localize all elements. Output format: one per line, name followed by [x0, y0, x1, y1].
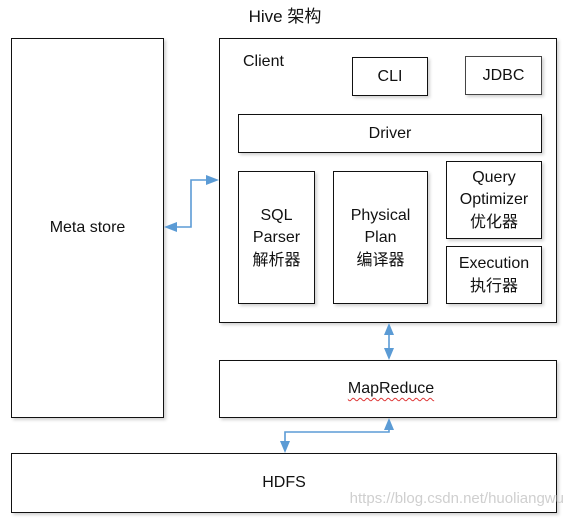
query-optimizer-box: Query Optimizer 优化器 [446, 161, 542, 239]
arrowhead-right [206, 175, 219, 185]
driver-label: Driver [368, 124, 412, 142]
mapreduce-label: MapReduce [347, 380, 435, 397]
physical-plan-box: Physical Plan 编译器 [333, 171, 428, 304]
query-optimizer-line1: Query [472, 169, 516, 186]
physical-plan-line1: Physical [350, 206, 411, 224]
sql-parser-box: SQL Parser 解析器 [238, 171, 315, 304]
sql-parser-line1: SQL [260, 206, 293, 224]
jdbc-box: JDBC [465, 56, 542, 95]
driver-box: Driver [238, 114, 542, 153]
physical-plan-line3: 编译器 [356, 249, 405, 269]
sql-parser-line3: 解析器 [252, 249, 301, 269]
arrowhead-down-hdfs [280, 441, 290, 453]
cli-box: CLI [352, 57, 428, 96]
arrowhead-up-mr [384, 418, 394, 430]
arrowhead-down [384, 348, 394, 360]
diagram-title: Hive 架构 [248, 7, 322, 26]
arrowhead-left [164, 222, 177, 232]
metastore-label: Meta store [49, 219, 126, 236]
metastore-box: Meta store [11, 38, 164, 418]
mapreduce-hdfs-line [284, 430, 390, 441]
client-mapreduce-arrow [384, 323, 394, 360]
arrowhead-up [384, 323, 394, 335]
query-optimizer-line3: 优化器 [469, 212, 518, 231]
watermark-text: https://blog.csdn.net/huoliangwu [349, 490, 564, 507]
execution-line1: Execution [458, 255, 530, 272]
hdfs-label: HDFS [262, 474, 306, 491]
query-optimizer-line2: Optimizer [459, 191, 529, 208]
mapreduce-box: MapReduce [219, 360, 557, 418]
execution-box: Execution 执行器 [446, 246, 542, 304]
physical-plan-line2: Plan [364, 228, 397, 246]
jdbc-label: JDBC [482, 66, 525, 84]
metastore-client-arrow [164, 175, 219, 232]
execution-line2: 执行器 [469, 276, 518, 295]
sql-parser-line2: Parser [252, 228, 301, 246]
cli-label: CLI [377, 67, 403, 85]
mapreduce-hdfs-arrow [280, 418, 394, 453]
client-label: Client [243, 53, 284, 70]
metastore-client-line [176, 179, 207, 228]
